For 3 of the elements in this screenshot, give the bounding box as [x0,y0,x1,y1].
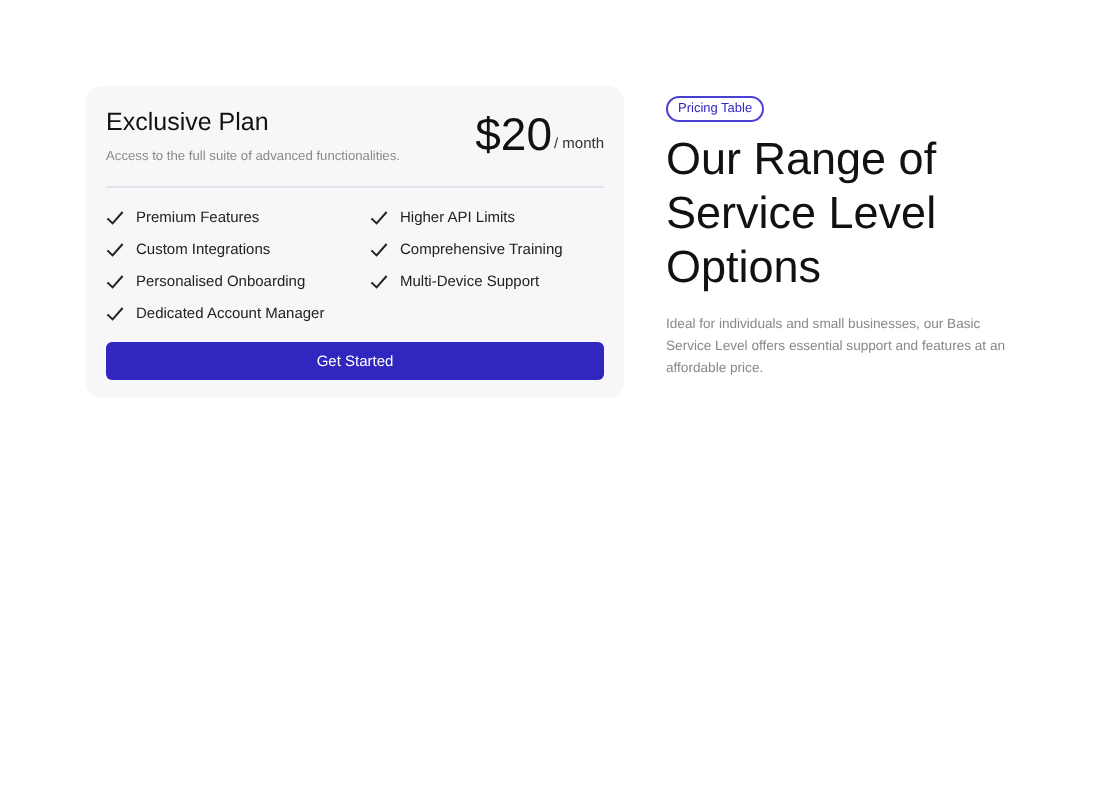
plan-name: Exclusive Plan [106,108,271,136]
price: $20 [475,110,552,158]
section-heading: Our Range of Service Level Options [666,132,939,294]
